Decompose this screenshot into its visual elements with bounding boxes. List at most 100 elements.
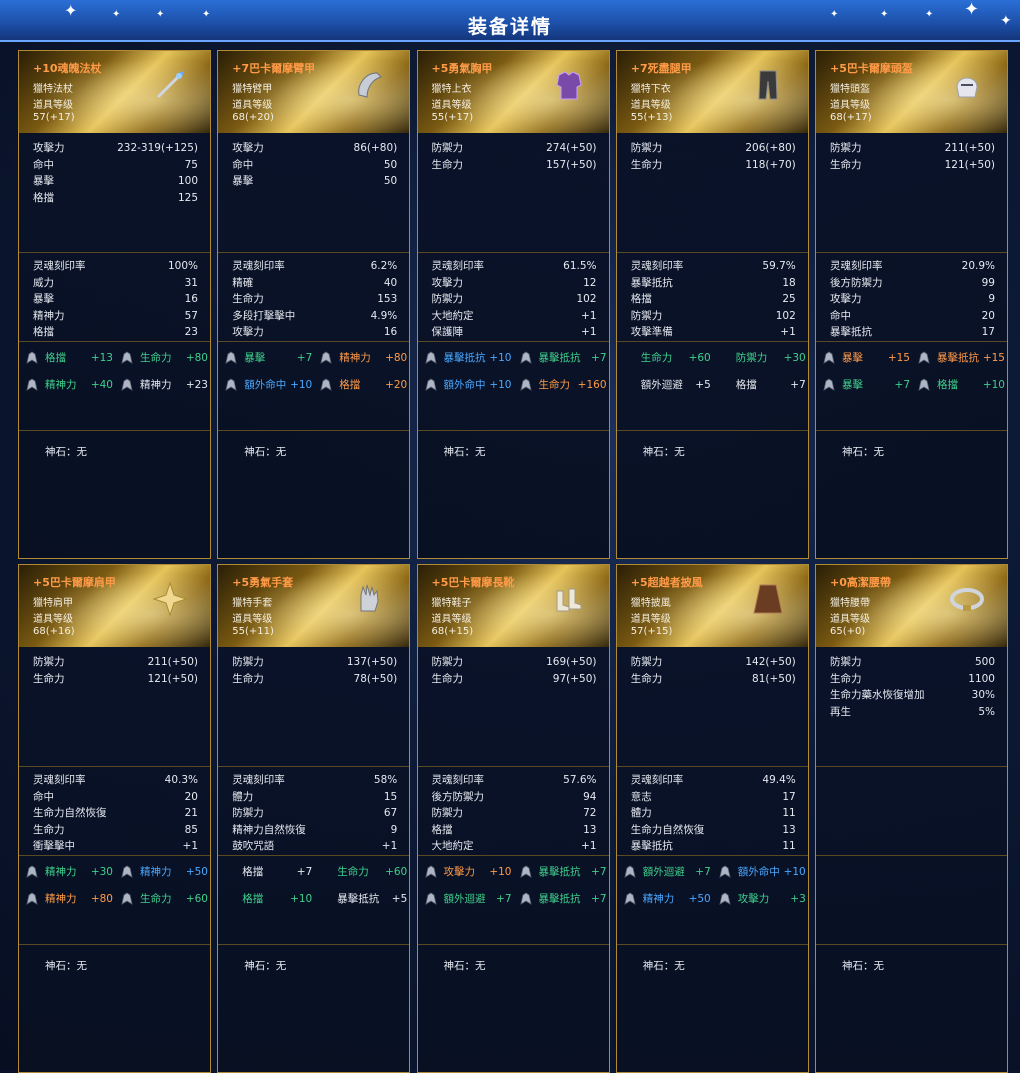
gem-slot[interactable]: 暴擊抵抗 +7 [519, 863, 609, 881]
item-name: +5巴卡爾摩頭盔 [830, 62, 913, 75]
equipment-card[interactable]: +7巴卡爾摩臂甲 獵特臂甲 道具等级 68(+20) 攻擊力 86(+80) 命中 50 暴擊 5… [217, 50, 411, 559]
gem-slot[interactable]: 格擋 +10 [224, 890, 314, 908]
gem-slot[interactable]: 攻擊力 +10 [424, 863, 514, 881]
gem-slot[interactable]: 攻擊力 +3 [718, 890, 808, 908]
stat-row: 生命力 97(+50) [432, 671, 597, 688]
stat-value: 11 [782, 807, 796, 819]
stat-value: 232-319(+125) [117, 142, 198, 154]
gem-slot[interactable]: 精神力 +40 [25, 376, 115, 394]
gem-slot[interactable]: 防禦力 +30 [718, 349, 808, 367]
gem-slot[interactable]: 暴擊抵抗 +7 [519, 349, 609, 367]
equipment-card[interactable]: +5超越者披風 獵特披風 道具等级 57(+15) 防禦力 142(+50) 生命力 81(+… [615, 564, 809, 1073]
item-level-label: 道具等级 [33, 614, 73, 625]
stat-name: 再生 [830, 705, 851, 718]
stat-name: 防禦力 [431, 656, 464, 668]
stat-row: 防禦力 137(+50) [232, 654, 397, 671]
gem-slot[interactable]: 生命力 +60 [319, 863, 409, 881]
gem-icon [424, 351, 438, 365]
gem-slot[interactable]: 暴擊抵抗 +7 [519, 890, 609, 908]
gem-slot[interactable]: 精神力 +80 [319, 349, 409, 367]
stat-value: 20 [981, 309, 995, 322]
gem-slot[interactable]: 格擋 +7 [718, 376, 808, 394]
stat-row: 灵魂刻印率 57.6% [432, 772, 597, 789]
gem-slot[interactable]: 額外迴避 +7 [424, 890, 514, 908]
soul-stats: 灵魂刻印率 57.6% 後方防禦力 94 防禦力 72 格擋 13 大地約定 +1 [432, 772, 597, 855]
divine-stone: 神石：无 [443, 446, 486, 458]
base-stats: 防禦力 500 生命力 1100 生命力藥水恢復增加 30% 再生 5% [830, 654, 995, 720]
stat-value: 157(+50) [546, 158, 597, 171]
gem-slot[interactable]: 精神力 +30 [25, 863, 115, 881]
stat-name: 攻擊力 [431, 276, 464, 289]
gem-slot[interactable]: 格擋 +7 [224, 863, 314, 881]
gem-stat: 攻擊力 [737, 893, 770, 905]
stat-name: 生命力 [630, 672, 663, 685]
equipment-card[interactable]: +5勇氣胸甲 獵特上衣 道具等级 55(+17) 防禦力 274(+50) 生命力 157(+… [416, 50, 610, 559]
stat-row: 生命力藥水恢復增加 30% [830, 687, 995, 704]
gem-slot[interactable]: 格擋 +10 [917, 376, 1007, 394]
stat-row: 防禦力 211(+50) [830, 140, 995, 157]
stat-row: 大地約定 +1 [432, 308, 597, 325]
stat-row: 暴擊 16 [33, 291, 198, 308]
stat-value: 5% [978, 705, 995, 718]
gem-slot[interactable]: 暴擊抵抗 +15 [917, 349, 1007, 367]
gem-slot[interactable]: 精神力 +50 [623, 890, 713, 908]
gem-slot[interactable]: 精神力 +80 [25, 890, 115, 908]
equipment-card[interactable]: +5勇氣手套 獵特手套 道具等级 55(+11) 防禦力 137(+50) 生命力 78(+5… [217, 564, 411, 1073]
stat-name: 精神力 [33, 309, 65, 322]
gem-slot[interactable]: 生命力 +60 [623, 349, 713, 367]
divider [816, 855, 1007, 856]
gem-slot[interactable]: 額外迴避 +7 [623, 863, 713, 881]
equipment-card[interactable]: +5巴卡爾摩長靴 獵特鞋子 道具等级 68(+15) 防禦力 169(+50) 生命力 97(… [416, 564, 610, 1073]
gem-slot[interactable]: 額外命中 +10 [424, 376, 514, 394]
divider [218, 766, 410, 767]
gem-value: +60 [185, 893, 208, 905]
stat-name: 生命力 [630, 158, 663, 171]
stat-row: 命中 20 [830, 308, 995, 325]
gem-slot[interactable]: 額外命中 +10 [224, 376, 314, 394]
gem-slot[interactable]: 生命力 +60 [120, 890, 210, 908]
leg-armor-icon [748, 65, 788, 105]
gem-value: +30 [90, 866, 113, 878]
gem-slot[interactable]: 暴擊抵抗 +5 [319, 890, 409, 908]
equipment-card[interactable]: +0高潔腰帶 獵特腰帶 道具等级 65(+0) 防禦力 500 生命力 1100 生命力藥水恢復… [815, 564, 1008, 1073]
gem-slot[interactable]: 精神力 +23 [120, 376, 210, 394]
gem-slot[interactable]: 格擋 +13 [25, 349, 115, 367]
item-type: 獵特臂甲 [232, 84, 273, 95]
divider [19, 944, 210, 945]
gem-slot[interactable]: 生命力 +80 [120, 349, 210, 367]
stat-name: 命中 [33, 158, 54, 171]
gem-slot[interactable]: 額外迴避 +5 [623, 376, 713, 394]
gem-value: +40 [90, 379, 113, 391]
gem-slot[interactable]: 額外命中 +10 [718, 863, 808, 881]
base-stats: 防禦力 211(+50) 生命力 121(+50) [830, 140, 995, 173]
stat-row: 防禦力 274(+50) [432, 140, 597, 157]
stat-value: 20.9% [961, 260, 995, 272]
item-level: 68(+20) [232, 112, 274, 123]
equipment-card[interactable]: +10魂魄法杖 獵特法杖 道具等级 57(+17) 攻擊力 232-319(+125) 命中… [18, 50, 211, 559]
gem-slot[interactable]: 生命力 +160 [519, 376, 609, 394]
stat-row: 攻擊力 86(+80) [232, 140, 397, 157]
stat-row: 防禦力 211(+50) [33, 654, 198, 671]
item-name: +5勇氣胸甲 [431, 62, 493, 75]
equipment-card[interactable]: +5巴卡爾摩頭盔 獵特頭盔 道具等级 68(+17) 防禦力 211(+50) 生命力 121… [815, 50, 1008, 559]
stat-row: 攻擊力 12 [432, 275, 597, 292]
gem-slot[interactable]: 精神力 +50 [120, 863, 210, 881]
gem-slot[interactable]: 暴擊 +7 [224, 349, 314, 367]
stat-value: 102 [775, 309, 796, 322]
stat-value: 25 [782, 293, 796, 305]
gem-icon [25, 378, 39, 392]
gem-stat: 精神力 [45, 893, 77, 905]
stat-name: 精確 [232, 276, 254, 289]
stat-value: 30% [971, 689, 995, 701]
gem-slot[interactable]: 暴擊 +15 [822, 349, 912, 367]
gem-icon [25, 865, 39, 879]
stat-value: 142(+50) [745, 656, 796, 668]
equipment-card[interactable]: +7死盡腿甲 獵特下衣 道具等级 55(+13) 防禦力 206(+80) 生命力 118(+… [615, 50, 809, 559]
gem-slot[interactable]: 暴擊 +7 [822, 376, 912, 394]
stat-row: 生命力 157(+50) [432, 157, 597, 174]
equipment-card[interactable]: +5巴卡爾摩肩甲 獵特肩甲 道具等级 68(+16) 防禦力 211(+50) 生命力 121… [18, 564, 211, 1073]
stat-row: 防禦力 500 [830, 654, 995, 671]
gem-slot[interactable]: 格擋 +20 [319, 376, 409, 394]
base-stats: 防禦力 142(+50) 生命力 81(+50) [631, 654, 796, 687]
gem-slot[interactable]: 暴擊抵抗 +10 [424, 349, 514, 367]
